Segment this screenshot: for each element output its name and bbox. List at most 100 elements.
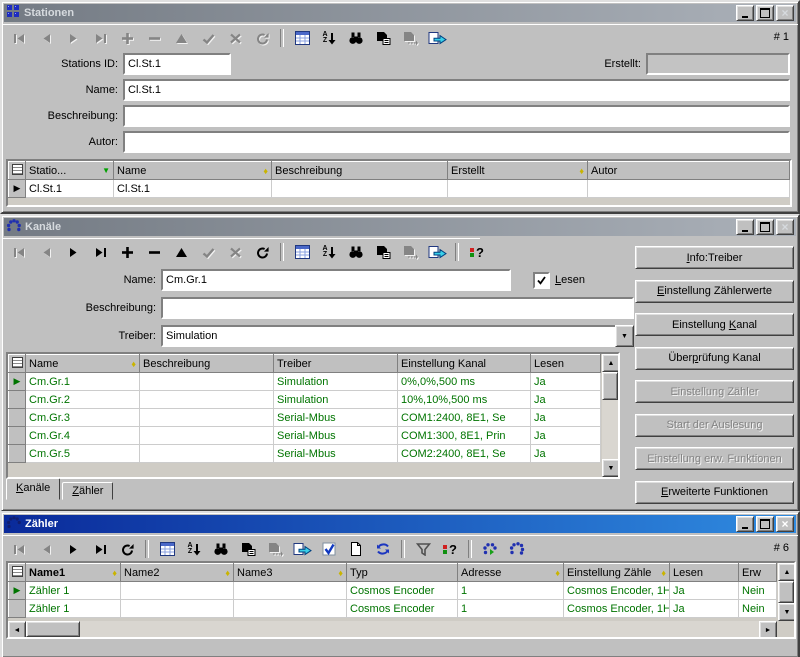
row-selector[interactable] bbox=[9, 427, 26, 445]
cell[interactable]: Cl.St.1 bbox=[114, 180, 272, 198]
export-icon[interactable] bbox=[424, 242, 450, 263]
export-icon[interactable] bbox=[424, 28, 450, 49]
cell[interactable]: Cm.Gr.4 bbox=[26, 427, 140, 445]
column-header-stations-id[interactable]: Statio...▼ bbox=[26, 162, 114, 180]
column-header-name[interactable]: Name♦ bbox=[114, 162, 272, 180]
lesen-checkbox[interactable] bbox=[533, 272, 550, 289]
insert-record-icon[interactable] bbox=[114, 242, 140, 263]
help-icon[interactable]: ? bbox=[437, 539, 463, 560]
close-button[interactable]: × bbox=[776, 516, 794, 532]
column-header-lesen[interactable]: Lesen bbox=[670, 564, 739, 582]
grid-corner-button[interactable] bbox=[9, 564, 26, 582]
table-row[interactable]: ▶ Cl.St.1 Cl.St.1 bbox=[9, 180, 790, 198]
row-selector[interactable] bbox=[9, 391, 26, 409]
cell[interactable]: Cm.Gr.3 bbox=[26, 409, 140, 427]
cell[interactable]: Ja bbox=[531, 391, 601, 409]
cell[interactable] bbox=[140, 409, 274, 427]
maximize-button[interactable] bbox=[756, 5, 774, 21]
cell[interactable]: Ja bbox=[531, 373, 601, 391]
cell[interactable]: 10%,10%,500 ms bbox=[398, 391, 531, 409]
copy-settings-icon[interactable] bbox=[370, 242, 396, 263]
cell[interactable] bbox=[140, 427, 274, 445]
column-header-lesen[interactable]: Lesen bbox=[531, 355, 601, 373]
cell[interactable]: 1 bbox=[458, 600, 564, 618]
cell[interactable]: Zähler 1 bbox=[26, 600, 121, 618]
cell[interactable]: Cosmos Encoder, 1H bbox=[564, 582, 670, 600]
column-header-einstellung-zaehler[interactable]: Einstellung Zähle♦ bbox=[564, 564, 670, 582]
kanal-name-input[interactable] bbox=[161, 269, 511, 291]
scrollbar-thumb[interactable] bbox=[778, 581, 794, 603]
table-row[interactable]: ▶ Zähler 1 Cosmos Encoder 1 Cosmos Encod… bbox=[9, 582, 777, 600]
scroll-up-icon[interactable]: ▲ bbox=[778, 563, 796, 581]
cell[interactable] bbox=[234, 582, 347, 600]
treiber-combobox[interactable]: ▼ bbox=[161, 325, 634, 347]
einstellung-kanal-button[interactable]: Einstellung Kanal bbox=[635, 313, 794, 336]
beschreibung-input[interactable] bbox=[123, 105, 790, 127]
erweiterte-funktionen-button[interactable]: Erweiterte Funktionen bbox=[635, 481, 794, 504]
cell[interactable]: Ja bbox=[670, 582, 739, 600]
row-selector[interactable] bbox=[9, 445, 26, 463]
table-row[interactable]: Cm.Gr.3 Serial-Mbus COM1:2400, 8E1, Se J… bbox=[9, 409, 601, 427]
cell[interactable]: Cosmos Encoder, 1H bbox=[564, 600, 670, 618]
vertical-scrollbar[interactable]: ▲ ▼ bbox=[602, 354, 618, 477]
table-row[interactable]: Cm.Gr.5 Serial-Mbus COM2:2400, 8E1, Se J… bbox=[9, 445, 601, 463]
grid-corner-button[interactable] bbox=[9, 355, 26, 373]
column-header-beschreibung[interactable]: Beschreibung bbox=[272, 162, 448, 180]
scrollbar-thumb[interactable] bbox=[602, 372, 618, 400]
cell[interactable] bbox=[121, 582, 234, 600]
cell[interactable]: Serial-Mbus bbox=[274, 427, 398, 445]
cell[interactable]: Simulation bbox=[274, 391, 398, 409]
cell[interactable] bbox=[588, 180, 790, 198]
cell[interactable]: Ja bbox=[670, 600, 739, 618]
current-row-indicator[interactable]: ▶ bbox=[9, 582, 26, 600]
scroll-up-icon[interactable]: ▲ bbox=[602, 354, 620, 372]
chevron-down-icon[interactable]: ▼ bbox=[615, 325, 634, 347]
cell[interactable]: Cosmos Encoder bbox=[347, 582, 458, 600]
cell[interactable]: Cm.Gr.5 bbox=[26, 445, 140, 463]
table-row[interactable]: Cm.Gr.4 Serial-Mbus COM1:300, 8E1, Prin … bbox=[9, 427, 601, 445]
new-document-icon[interactable] bbox=[343, 539, 369, 560]
cell[interactable]: COM1:300, 8E1, Prin bbox=[398, 427, 531, 445]
cell[interactable] bbox=[140, 391, 274, 409]
next-record-icon[interactable] bbox=[60, 242, 86, 263]
stationen-titlebar[interactable]: Stationen × bbox=[4, 4, 796, 22]
ueberpruefung-kanal-button[interactable]: Überprüfung Kanal bbox=[635, 347, 794, 370]
column-header-erw[interactable]: Erw bbox=[739, 564, 777, 582]
name-input[interactable] bbox=[123, 79, 790, 101]
minimize-button[interactable] bbox=[736, 5, 754, 21]
scroll-right-icon[interactable]: ► bbox=[759, 621, 777, 639]
cell[interactable] bbox=[272, 180, 448, 198]
cell[interactable]: Cm.Gr.2 bbox=[26, 391, 140, 409]
refresh-icon[interactable] bbox=[114, 539, 140, 560]
cell[interactable] bbox=[140, 445, 274, 463]
column-header-name3[interactable]: Name3♦ bbox=[234, 564, 347, 582]
stations-id-input[interactable] bbox=[123, 53, 231, 75]
column-header-beschreibung[interactable]: Beschreibung bbox=[140, 355, 274, 373]
validate-icon[interactable] bbox=[316, 539, 342, 560]
cell[interactable]: Ja bbox=[531, 427, 601, 445]
reread-icon[interactable] bbox=[370, 539, 396, 560]
maximize-button[interactable] bbox=[756, 516, 774, 532]
cell[interactable]: Zähler 1 bbox=[26, 582, 121, 600]
cell[interactable]: Nein bbox=[739, 582, 777, 600]
copy-settings-icon[interactable] bbox=[235, 539, 261, 560]
zaehler-titlebar[interactable]: Zähler × bbox=[4, 515, 796, 533]
grid-corner-button[interactable] bbox=[9, 162, 26, 180]
current-row-indicator[interactable]: ▶ bbox=[9, 373, 26, 391]
sort-az-icon[interactable]: AZ bbox=[316, 242, 342, 263]
show-table-icon[interactable] bbox=[289, 28, 315, 49]
cell[interactable]: Nein bbox=[739, 600, 777, 618]
sort-az-icon[interactable]: AZ bbox=[181, 539, 207, 560]
show-table-icon[interactable] bbox=[154, 539, 180, 560]
treiber-input[interactable] bbox=[161, 325, 615, 347]
kanal-beschreibung-input[interactable] bbox=[161, 297, 634, 319]
horizontal-scrollbar[interactable]: ◄ ► bbox=[8, 621, 777, 637]
table-row[interactable]: ▶ Cm.Gr.1 Simulation 0%,0%,500 ms Ja bbox=[9, 373, 601, 391]
cell[interactable]: Cl.St.1 bbox=[26, 180, 114, 198]
edit-record-icon[interactable] bbox=[168, 242, 194, 263]
minimize-button[interactable] bbox=[736, 219, 754, 235]
copy-settings-icon[interactable] bbox=[370, 28, 396, 49]
column-header-einstellung-kanal[interactable]: Einstellung Kanal bbox=[398, 355, 531, 373]
column-header-name[interactable]: Name♦ bbox=[26, 355, 140, 373]
kanaele-titlebar[interactable]: Kanäle × bbox=[4, 218, 796, 236]
